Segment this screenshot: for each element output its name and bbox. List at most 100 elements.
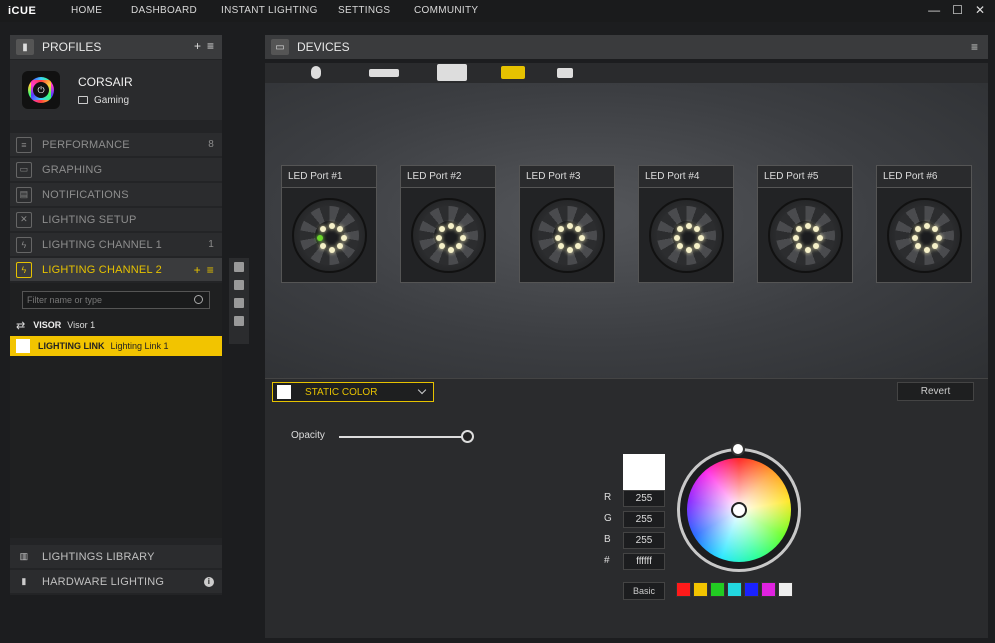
menu-graphing[interactable]: ▭ GRAPHING [10,158,222,181]
paste-icon[interactable] [234,280,244,290]
hardware-icon: ▮ [21,576,27,586]
hex-input[interactable]: ffffff [623,553,665,570]
b-input[interactable]: 255 [623,532,665,549]
led-dot [935,234,942,241]
led-dot [435,234,442,241]
led-dot [320,242,326,249]
devices-header: ▭ DEVICES ≡ [265,35,988,59]
devices-icon: ▭ [271,39,289,55]
brightness-knob[interactable] [731,442,745,456]
preset-color[interactable] [744,582,759,597]
color-wheel-picker[interactable] [731,502,747,518]
visibility-icon[interactable] [234,298,244,308]
add-profile-button[interactable]: + [194,39,201,53]
led-port-4[interactable]: LED Port #4 [638,165,734,283]
lightning-icon: ϟ [16,236,32,253]
fan-icon [649,198,724,273]
mouse-icon[interactable] [311,66,321,79]
led-dot [915,226,921,232]
preset-color[interactable] [778,582,793,597]
nav-home[interactable]: HOME [71,5,102,16]
preset-color[interactable] [710,582,725,597]
menu-label: LIGHTINGS LIBRARY [42,550,155,563]
lighting-node-icon[interactable] [501,66,525,79]
led-dot [673,234,680,241]
trash-icon[interactable] [234,316,244,326]
menu-lighting-channel-1[interactable]: ϟ LIGHTING CHANNEL 1 1 [10,233,222,256]
color-swatch [277,385,291,399]
filter-menu-icon[interactable]: ≡ [971,40,978,54]
profiles-menu-button[interactable]: ≡ [207,39,214,53]
preset-color[interactable] [761,582,776,597]
preset-colors [676,582,793,597]
search-icon[interactable] [194,295,203,304]
effect-row-lighting-link[interactable]: LIGHTING LINK Lighting Link 1 [10,336,222,356]
copy-icon[interactable] [234,262,244,272]
nav-community[interactable]: COMMUNITY [414,5,478,16]
led-port-5[interactable]: LED Port #5 [757,165,853,283]
led-dot [915,242,921,249]
g-input[interactable]: 255 [623,511,665,528]
opacity-slider-handle[interactable] [461,430,474,443]
preset-color[interactable] [727,582,742,597]
hub-icon[interactable] [557,68,573,78]
led-dot [566,222,573,229]
led-dot [336,226,343,232]
effect-row-visor[interactable]: ⇄ VISOR Visor 1 [10,315,222,335]
fan-icon [887,198,962,273]
menu-label: LIGHTING SETUP [42,213,137,226]
led-dot [439,242,445,249]
menu-lighting-setup[interactable]: ✕ LIGHTING SETUP [10,208,222,231]
menu-hardware-lighting[interactable]: ▮ HARDWARE LIGHTING i [10,570,222,593]
opacity-slider[interactable] [339,436,467,438]
menu-notifications[interactable]: ▤ NOTIFICATIONS [10,183,222,206]
g-label: G [604,513,612,524]
nav-settings[interactable]: SETTINGS [338,5,390,16]
controller-icon[interactable] [437,64,467,81]
led-dot [455,226,462,232]
led-port-2[interactable]: LED Port #2 [400,165,496,283]
device-strip [265,63,988,83]
device-stage: LED Port #1 LED Port #2 LED Port #3 LED … [265,83,988,378]
r-input[interactable]: 255 [623,490,665,507]
channel-menu-button[interactable]: ≡ [207,263,214,277]
info-icon[interactable]: i [204,576,214,587]
menu-label: GRAPHING [42,163,103,176]
profile-card[interactable]: ⏻ CORSAIR Gaming [10,60,222,120]
lightning-icon: ϟ [16,261,32,278]
nav-instant-lighting[interactable]: INSTANT LIGHTING [221,5,318,16]
preset-color[interactable] [676,582,691,597]
effect-type-dropdown[interactable]: STATIC COLOR [272,382,434,402]
preset-color[interactable] [693,582,708,597]
keyboard-icon[interactable] [369,69,399,77]
effects-panel: Filter name or type ⇄ VISOR Visor 1 LIGH… [10,283,222,538]
basic-button[interactable]: Basic [623,582,665,600]
led-port-1[interactable]: LED Port #1 [281,165,377,283]
led-dot [336,242,343,249]
add-effect-button[interactable]: + [194,263,201,277]
led-dot [447,246,454,253]
nav-dashboard[interactable]: DASHBOARD [131,5,197,16]
led-dot [558,242,564,249]
revert-button[interactable]: Revert [897,382,974,401]
menu-lighting-channel-2[interactable]: ϟ LIGHTING CHANNEL 2 + ≡ [10,258,222,281]
minimize-button[interactable]: — [928,3,940,17]
profiles-icon: ▮ [16,39,34,55]
led-port-6[interactable]: LED Port #6 [876,165,972,283]
profiles-title: PROFILES [42,40,102,54]
profiles-header: ▮ PROFILES + ≡ [10,35,222,59]
effect-name: Lighting Link 1 [110,341,169,351]
led-dot [816,234,823,241]
led-dot [923,246,930,253]
menu-label: LIGHTING CHANNEL 1 [42,238,162,251]
menu-lightings-library[interactable]: ▥ LIGHTINGS LIBRARY [10,545,222,568]
close-button[interactable]: ✕ [975,3,985,17]
menu-performance[interactable]: ≡ PERFORMANCE 8 [10,133,222,156]
led-dot [931,242,938,249]
maximize-button[interactable]: ☐ [952,3,963,17]
led-port-3[interactable]: LED Port #3 [519,165,615,283]
b-label: B [604,534,611,545]
filter-input[interactable]: Filter name or type [22,291,210,309]
profile-name: CORSAIR [78,74,133,89]
led-dot [812,226,819,232]
